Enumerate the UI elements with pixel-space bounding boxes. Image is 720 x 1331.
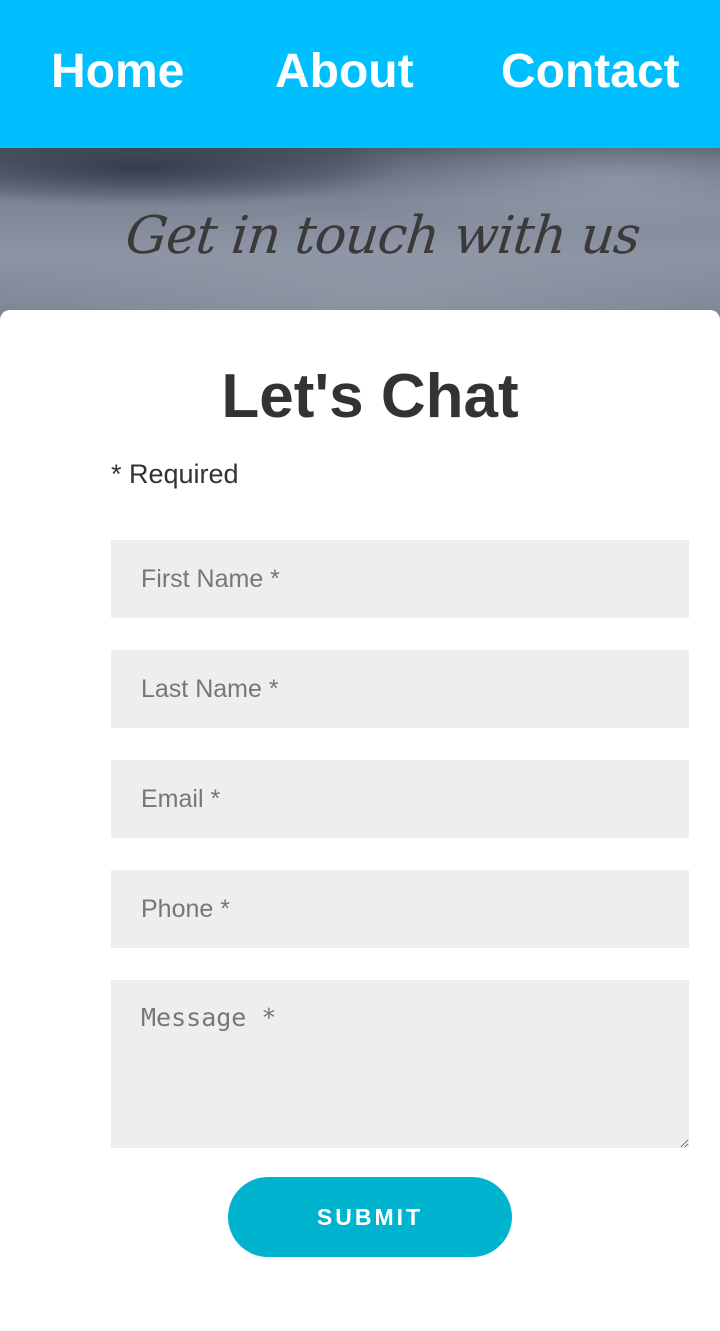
top-navigation-bar: Home About Contact xyxy=(0,0,720,148)
hero-banner: Get in touch with us xyxy=(0,148,720,328)
phone-field[interactable] xyxy=(111,870,689,948)
form-heading: Let's Chat xyxy=(221,362,519,431)
hero-title: Get in touch with us xyxy=(122,206,643,266)
first-name-field[interactable] xyxy=(111,540,689,618)
nav-link-contact[interactable]: Contact xyxy=(501,44,680,100)
email-field[interactable] xyxy=(111,760,689,838)
message-textarea[interactable] xyxy=(111,980,689,1148)
contact-form-card: Let's Chat * Required SUBMIT xyxy=(0,310,720,1331)
nav-link-about[interactable]: About xyxy=(275,44,414,100)
last-name-field[interactable] xyxy=(111,650,689,728)
submit-button[interactable]: SUBMIT xyxy=(228,1177,512,1257)
required-note: * Required xyxy=(111,459,239,489)
nav-link-home[interactable]: Home xyxy=(51,44,184,100)
